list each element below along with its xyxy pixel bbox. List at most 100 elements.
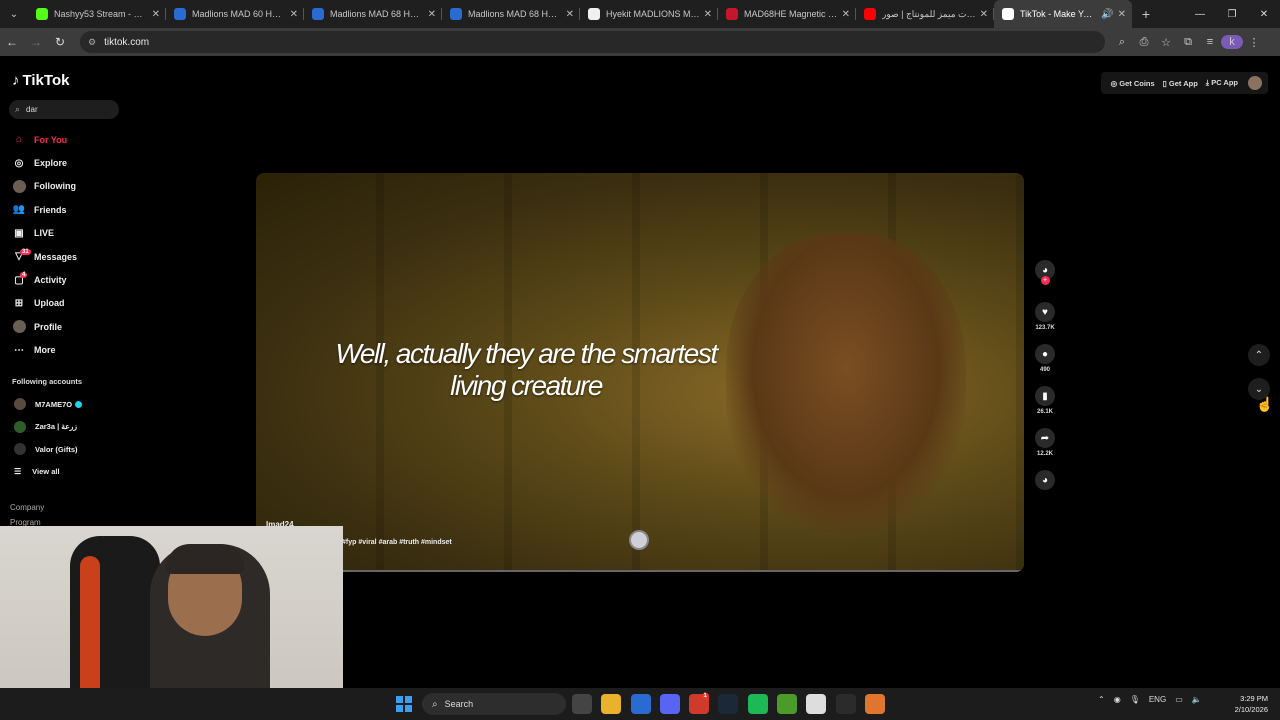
taskbar-search[interactable]: ⌕ Search [422,693,566,715]
forward-button[interactable]: → [24,35,48,49]
sound-button[interactable]: ◕ [1033,470,1057,512]
url-field[interactable]: ⚙ tiktok.com [80,31,1105,53]
nav-item-more[interactable]: ⋯ More [12,339,152,362]
close-tab-icon[interactable]: ✕ [704,9,712,20]
spotify-icon[interactable] [747,694,768,714]
search-value: dar [26,105,38,114]
install-app-icon[interactable]: ⎙ [1133,36,1155,49]
language-indicator[interactable]: ENG [1149,695,1166,704]
browser-tab[interactable]: Hyekit MADLIONS MAD 6 ✕ [580,0,718,28]
browser-tab[interactable]: Nashyy53 Stream - Watch ✕ [28,0,166,28]
browser-tab[interactable]: Madlions MAD 68 HE Gar ✕ [304,0,442,28]
nav-item-live[interactable]: ▣ LIVE [12,222,152,245]
close-window-button[interactable]: ✕ [1248,9,1280,20]
tab-search-button[interactable]: ⌄ [0,0,28,28]
browser-tab[interactable]: Madlions MAD 60 HE Fla ✕ [166,0,304,28]
minimize-button[interactable]: — [1184,9,1216,20]
share-count: 12.2K [1036,451,1053,457]
following-account[interactable]: Zar3a | زرعة [14,416,82,439]
user-avatar[interactable] [1248,76,1262,90]
nav-item-profile[interactable]: Profile [12,315,152,338]
tab-audio-icon[interactable]: 🔊 [1101,9,1113,20]
video-player[interactable]: Well, actually they are the smartest liv… [256,173,1024,572]
browser-menu-icon[interactable]: ⋮ [1243,36,1265,49]
discord-icon[interactable] [659,694,680,714]
pc-app-button[interactable]: ⤓ PC App [1206,78,1238,88]
file-explorer-icon[interactable] [601,694,622,714]
nav-item-following[interactable]: Following [12,175,152,198]
close-tab-icon[interactable]: ✕ [842,9,850,20]
tray-network-app-icon[interactable]: ◉ [1114,695,1121,704]
save-button[interactable]: ▮ 26.1K [1033,386,1057,428]
footer-link-company[interactable]: Company [10,500,44,515]
browser-tab[interactable]: اصوات ميمز للمونتاج | صور ✕ [856,0,994,28]
madlions-icon [450,8,462,20]
comment-count: 490 [1039,367,1050,373]
wifi-icon[interactable]: ▭ [1175,695,1183,704]
close-tab-icon[interactable]: ✕ [290,9,298,20]
creator-avatar-button[interactable]: ◕ + [1033,260,1057,302]
maximize-button[interactable]: ❐ [1216,9,1248,20]
windows-start-icon[interactable] [396,696,412,712]
volume-icon[interactable]: 🔈 [1192,695,1202,704]
view-all-link[interactable]: ☰ View all [14,461,82,484]
get-app-button[interactable]: ▯ Get App [1163,79,1198,88]
profile-button[interactable]: k [1221,35,1243,49]
site-info-icon[interactable]: ⚙ [88,37,96,48]
media-controls-icon[interactable]: ≡ [1199,36,1221,48]
previous-video-button[interactable]: ⌃ [1248,344,1270,366]
like-button[interactable]: ♥ 123.7K [1033,302,1057,344]
task-view-icon[interactable] [572,694,592,714]
back-button[interactable]: ← [0,35,24,49]
reload-button[interactable]: ↻ [48,35,72,49]
tiktok-logo[interactable]: ♪ TikTok [12,72,69,89]
follow-plus-icon[interactable]: + [1040,276,1050,285]
video-progress-bar[interactable] [342,570,1024,572]
following-account[interactable]: M7AME7O [14,393,83,416]
microphone-icon[interactable]: 🎙 [1130,695,1140,704]
nav-item-friends[interactable]: 👥 Friends [12,198,152,221]
comment-button[interactable]: ● 490 [1033,344,1057,386]
extensions-icon[interactable]: ⧉ [1177,36,1199,49]
close-tab-icon[interactable]: ✕ [152,9,160,20]
madlions-icon [174,8,186,20]
url-text: tiktok.com [104,36,150,48]
close-tab-icon[interactable]: ✕ [1118,9,1126,20]
close-tab-icon[interactable]: ✕ [428,9,436,20]
following-account[interactable]: Valor (Gifts) [14,438,82,461]
steam-icon[interactable] [718,694,739,714]
verified-badge-icon [75,400,83,408]
tab-title: MAD68HE Magnetic Gam [744,9,838,19]
close-tab-icon[interactable]: ✕ [566,9,574,20]
search-input[interactable]: ⌕ dar [9,100,119,119]
bookmark-star-icon[interactable]: ☆ [1155,36,1177,49]
share-button[interactable]: ➦ 12.2K [1033,428,1057,470]
nav-item-upload[interactable]: ⊞ Upload [12,292,152,315]
video-hashtags[interactable]: #fyp #viral #arab #truth #mindset [342,539,452,546]
music-disc-icon[interactable] [629,530,649,550]
nav-item-explore[interactable]: ◎ Explore [12,151,152,174]
browser-tab[interactable]: Madlions MAD 68 HE V2 ✕ [442,0,580,28]
chrome-icon[interactable] [806,694,827,714]
get-coins-button[interactable]: ◎ Get Coins [1111,79,1155,88]
tab-title: Hyekit MADLIONS MAD 6 [606,9,700,19]
obs-icon[interactable] [835,694,856,714]
address-bar-row: ← → ↻ ⚙ tiktok.com ⌕ ⎙ ☆ ⧉ ≡ k ⋮ [0,28,1280,56]
caption-line-2: living creature [450,370,603,401]
new-tab-button[interactable]: + [1132,6,1160,22]
tray-chevron-icon[interactable]: ⌃ [1098,695,1105,704]
clock-time: 3:29 PM [1240,694,1268,703]
store-icon[interactable] [630,694,651,714]
nav-item-activity[interactable]: ▢ Activity 4 [12,268,152,291]
tiktok-logo-text: TikTok [22,72,70,89]
browser-tab[interactable]: MAD68HE Magnetic Gam ✕ [718,0,856,28]
nav-item-messages[interactable]: ▽ Messages 31 [12,245,152,268]
red-app-icon[interactable]: 1 [689,693,710,714]
recorder-icon[interactable] [864,694,885,714]
zoom-icon[interactable]: ⌕ [1111,36,1133,49]
close-tab-icon[interactable]: ✕ [980,9,988,20]
nav-item-for-you[interactable]: ⌂ For You [12,128,152,151]
utorrent-icon[interactable] [777,694,798,714]
taskbar-clock[interactable]: 3:29 PM 2/10/2026 [1224,693,1268,715]
browser-tab[interactable]: TikTok - Make Your D 🔊 ✕ [994,0,1132,28]
